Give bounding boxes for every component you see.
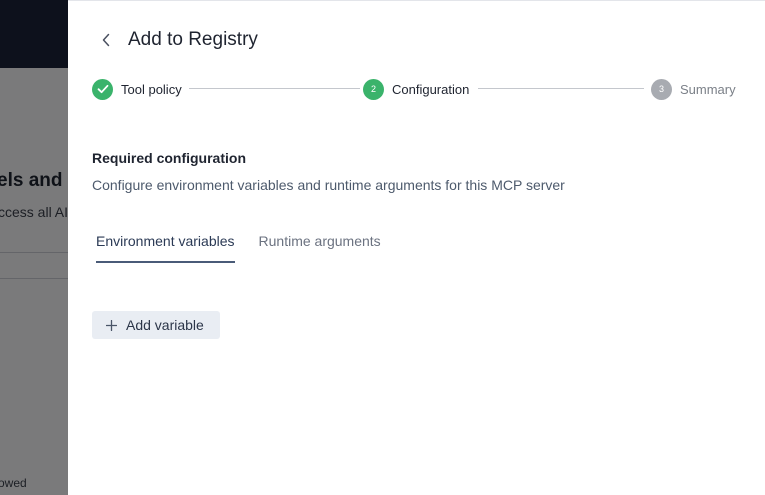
step-complete-badge — [92, 78, 113, 100]
add-variable-label: Add variable — [126, 317, 204, 333]
back-button[interactable] — [96, 28, 116, 52]
step-number-badge: 3 — [651, 78, 672, 100]
add-variable-button[interactable]: Add variable — [92, 311, 220, 339]
add-to-registry-drawer: Add to Registry Tool policy 2 Configurat… — [68, 0, 765, 495]
section-description: Configure environment variables and runt… — [92, 177, 565, 193]
drawer-header: Add to Registry — [96, 27, 258, 53]
section-title: Required configuration — [92, 150, 246, 166]
step-configuration[interactable]: 2 Configuration — [363, 78, 469, 100]
step-label: Configuration — [392, 81, 470, 97]
step-label: Tool policy — [121, 81, 182, 97]
tab-environment-variables[interactable]: Environment variables — [96, 233, 235, 263]
tab-runtime-arguments[interactable]: Runtime arguments — [259, 233, 381, 263]
plus-icon — [106, 319, 117, 331]
chevron-left-icon — [102, 33, 110, 47]
check-icon — [97, 84, 108, 94]
drawer-title: Add to Registry — [128, 29, 258, 50]
step-connector — [189, 88, 360, 89]
config-tabs: Environment variables Runtime arguments — [96, 233, 405, 263]
progress-stepper: Tool policy 2 Configuration 3 Summary — [92, 78, 737, 100]
step-number-badge: 2 — [363, 78, 384, 100]
step-summary[interactable]: 3 Summary — [651, 78, 736, 100]
step-tool-policy[interactable]: Tool policy — [92, 78, 182, 100]
step-connector — [478, 88, 644, 89]
step-label: Summary — [680, 81, 736, 97]
